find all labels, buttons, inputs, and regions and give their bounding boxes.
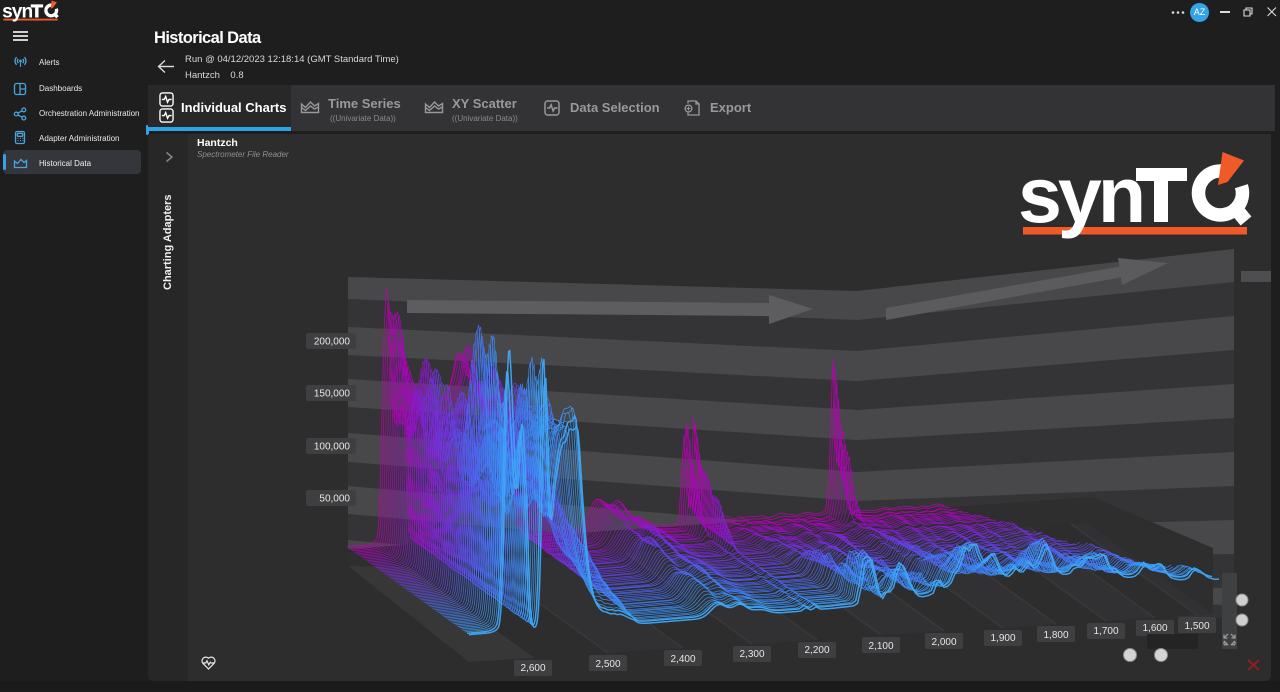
svg-text:2,000: 2,000 bbox=[931, 637, 956, 648]
svg-text:2,200: 2,200 bbox=[804, 645, 829, 656]
svg-text:syn: syn bbox=[1018, 150, 1142, 239]
svg-text:2,100: 2,100 bbox=[868, 641, 893, 652]
svg-text:100,000: 100,000 bbox=[314, 442, 351, 453]
svg-text:2,400: 2,400 bbox=[670, 654, 695, 665]
svg-text:1,700: 1,700 bbox=[1093, 626, 1118, 637]
svg-text:syn: syn bbox=[2, 1, 32, 22]
svg-text:1,800: 1,800 bbox=[1043, 630, 1068, 641]
svg-text:2,600: 2,600 bbox=[520, 663, 545, 674]
svg-text:2,500: 2,500 bbox=[595, 659, 620, 670]
svg-text:200,000: 200,000 bbox=[314, 337, 351, 348]
svg-text:1,600: 1,600 bbox=[1142, 623, 1167, 634]
svg-text:150,000: 150,000 bbox=[314, 389, 351, 400]
svg-text:2,300: 2,300 bbox=[739, 649, 764, 660]
svg-text:1,500: 1,500 bbox=[1184, 621, 1209, 632]
svg-text:1,900: 1,900 bbox=[990, 633, 1015, 644]
svg-text:50,000: 50,000 bbox=[319, 494, 350, 505]
